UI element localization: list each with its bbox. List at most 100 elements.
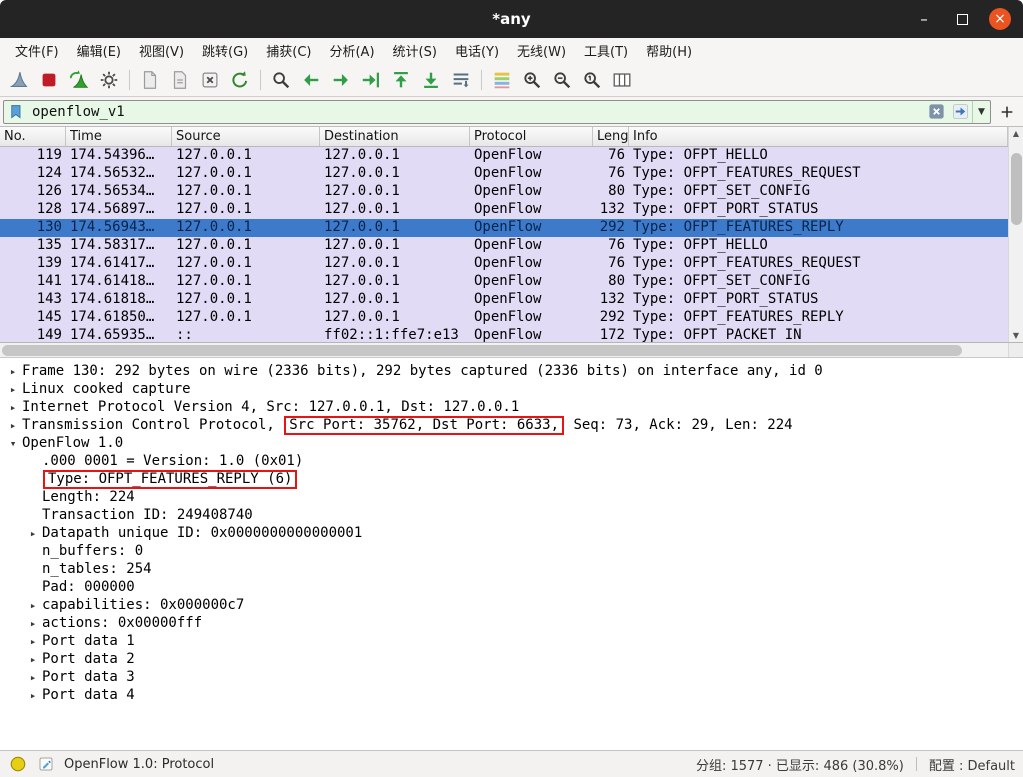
menu-item[interactable]: 文件(F) xyxy=(6,38,68,63)
filter-dropdown-caret[interactable]: ▼ xyxy=(972,100,990,123)
detail-line[interactable]: ▸ Linux cooked capture xyxy=(0,380,1023,398)
expander-right-icon[interactable]: ▸ xyxy=(24,527,42,540)
display-filter-input[interactable] xyxy=(30,103,924,120)
packet-row-149[interactable]: 149 174.65935…:: ff02::1:ffe7:e13 OpenFlow 1… xyxy=(0,327,1008,342)
packet-row-141[interactable]: 141 174.61418… 127.0.0.1 127.0.0.1 OpenFlow 8… xyxy=(0,273,1008,291)
colorize-packets-button[interactable] xyxy=(487,66,517,94)
packet-list-hscrollbar[interactable] xyxy=(0,343,1023,358)
menu-item[interactable]: 编辑(E) xyxy=(68,38,130,63)
menu-item[interactable]: 统计(S) xyxy=(384,38,446,63)
capture-restart-button[interactable] xyxy=(64,66,94,94)
detail-line[interactable]: ▸ Port data 3 xyxy=(0,668,1023,686)
packet-row-130[interactable]: 130 174.56943… 127.0.0.1 127.0.0.1 OpenFlow 2… xyxy=(0,219,1008,237)
menu-item[interactable]: 工具(T) xyxy=(575,38,637,63)
maximize-button[interactable] xyxy=(951,8,973,30)
detail-line[interactable]: Transaction ID: 249408740 xyxy=(0,506,1023,524)
column-header-protocol[interactable]: Protocol xyxy=(470,127,593,146)
vscroll-thumb[interactable] xyxy=(1011,153,1022,225)
detail-line[interactable]: ▸ Port data 2 xyxy=(0,650,1023,668)
reload-button[interactable] xyxy=(225,66,255,94)
expander-right-icon[interactable]: ▸ xyxy=(24,689,42,702)
menu-item[interactable]: 帮助(H) xyxy=(637,38,701,63)
menu-item[interactable]: 无线(W) xyxy=(508,38,575,63)
detail-line[interactable]: Length: 224 xyxy=(0,488,1023,506)
expander-right-icon[interactable]: ▸ xyxy=(4,419,22,432)
scroll-up-icon[interactable]: ▲ xyxy=(1009,129,1023,138)
detail-line[interactable]: n_tables: 254 xyxy=(0,560,1023,578)
packet-row-139[interactable]: 139 174.61417… 127.0.0.1 127.0.0.1 OpenFlow 7… xyxy=(0,255,1008,273)
detail-line[interactable]: ▸ capabilities: 0x000000c7 xyxy=(0,596,1023,614)
packet-row-135[interactable]: 135 174.58317… 127.0.0.1 127.0.0.1 OpenFlow 7… xyxy=(0,237,1008,255)
expander-right-icon[interactable]: ▸ xyxy=(24,653,42,666)
save-file-button[interactable] xyxy=(165,66,195,94)
add-filter-button[interactable] xyxy=(994,100,1020,124)
menu-item[interactable]: 电话(Y) xyxy=(446,38,508,63)
display-filter-field[interactable]: ▼ xyxy=(3,99,991,124)
expander-right-icon[interactable]: ▸ xyxy=(4,383,22,396)
detail-line[interactable]: ▸ actions: 0x00000fff xyxy=(0,614,1023,632)
menu-item[interactable]: 跳转(G) xyxy=(193,38,257,63)
menu-item[interactable]: 捕获(C) xyxy=(257,38,320,63)
menu-item[interactable]: 视图(V) xyxy=(130,38,193,63)
detail-line[interactable]: ▸ Transmission Control Protocol, Src Port… xyxy=(0,415,1023,435)
column-header-time[interactable]: Time xyxy=(66,127,172,146)
resize-columns-button[interactable] xyxy=(607,66,637,94)
close-button[interactable]: × xyxy=(989,8,1011,30)
packet-row-126[interactable]: 126 174.56534… 127.0.0.1 127.0.0.1 OpenFlow 8… xyxy=(0,183,1008,201)
previous-packet-button[interactable] xyxy=(296,66,326,94)
packet-row-119[interactable]: 119 174.54396… 127.0.0.1 127.0.0.1 OpenFlow 7… xyxy=(0,147,1008,165)
column-header-source[interactable]: Source xyxy=(172,127,320,146)
minimize-button[interactable]: – xyxy=(913,8,935,30)
expander-right-icon[interactable]: ▸ xyxy=(24,671,42,684)
expander-down-icon[interactable]: ▾ xyxy=(4,437,22,450)
scroll-down-icon[interactable]: ▼ xyxy=(1009,331,1023,340)
next-packet-button[interactable] xyxy=(326,66,356,94)
last-packet-button[interactable] xyxy=(416,66,446,94)
detail-line[interactable]: .000 0001 = Version: 1.0 (0x01) xyxy=(0,452,1023,470)
profile-text[interactable]: 配置 : Default xyxy=(929,755,1015,774)
capture-options-button[interactable] xyxy=(94,66,124,94)
packet-row-128[interactable]: 128 174.56897… 127.0.0.1 127.0.0.1 OpenFlow 1… xyxy=(0,201,1008,219)
detail-line[interactable]: ▾ OpenFlow 1.0 xyxy=(0,434,1023,452)
zoom-original-button[interactable] xyxy=(577,66,607,94)
hscroll-thumb[interactable] xyxy=(2,345,962,356)
expander-right-icon[interactable]: ▸ xyxy=(4,401,22,414)
close-file-button[interactable] xyxy=(195,66,225,94)
column-header-destination[interactable]: Destination xyxy=(320,127,470,146)
packet-list-vscrollbar[interactable]: ▲ ▼ xyxy=(1008,127,1023,342)
clear-filter-button[interactable] xyxy=(924,101,948,123)
zoom-out-button[interactable] xyxy=(547,66,577,94)
detail-line[interactable]: ▸ Port data 4 xyxy=(0,686,1023,704)
packet-row-143[interactable]: 143 174.61818… 127.0.0.1 127.0.0.1 OpenFlow 1… xyxy=(0,291,1008,309)
titlebar[interactable]: *any – × xyxy=(0,0,1023,38)
expander-right-icon[interactable]: ▸ xyxy=(24,617,42,630)
detail-line[interactable]: ▸ Internet Protocol Version 4, Src: 127.0… xyxy=(0,398,1023,416)
detail-line[interactable]: n_buffers: 0 xyxy=(0,542,1023,560)
expander-right-icon[interactable]: ▸ xyxy=(24,599,42,612)
first-packet-button[interactable] xyxy=(386,66,416,94)
expert-info-icon[interactable] xyxy=(8,754,28,774)
column-header-info[interactable]: Info xyxy=(629,127,1008,146)
expander-right-icon[interactable]: ▸ xyxy=(4,365,22,378)
detail-line[interactable]: ▸ Frame 130: 292 bytes on wire (2336 bits… xyxy=(0,362,1023,380)
open-file-button[interactable] xyxy=(135,66,165,94)
column-header-no[interactable]: No. xyxy=(0,127,66,146)
capture-comment-icon[interactable] xyxy=(36,754,56,774)
packet-row-124[interactable]: 124 174.56532… 127.0.0.1 127.0.0.1 OpenFlow 7… xyxy=(0,165,1008,183)
filter-bookmark-icon[interactable] xyxy=(4,101,30,123)
detail-line[interactable]: Pad: 000000 xyxy=(0,578,1023,596)
capture-start-button[interactable] xyxy=(4,66,34,94)
expander-right-icon[interactable]: ▸ xyxy=(24,635,42,648)
column-header-length[interactable]: Length xyxy=(593,127,629,146)
detail-line[interactable]: ▸ Port data 1 xyxy=(0,632,1023,650)
find-packet-button[interactable] xyxy=(266,66,296,94)
detail-line[interactable]: Type: OFPT_FEATURES_REPLY (6) xyxy=(0,469,1023,489)
go-to-packet-button[interactable] xyxy=(356,66,386,94)
apply-filter-button[interactable] xyxy=(948,101,972,123)
menu-item[interactable]: 分析(A) xyxy=(320,38,383,63)
zoom-in-button[interactable] xyxy=(517,66,547,94)
detail-line[interactable]: ▸ Datapath unique ID: 0x0000000000000001 xyxy=(0,524,1023,542)
packet-row-145[interactable]: 145 174.61850… 127.0.0.1 127.0.0.1 OpenFlow 2… xyxy=(0,309,1008,327)
auto-scroll-button[interactable] xyxy=(446,66,476,94)
capture-stop-button[interactable] xyxy=(34,66,64,94)
